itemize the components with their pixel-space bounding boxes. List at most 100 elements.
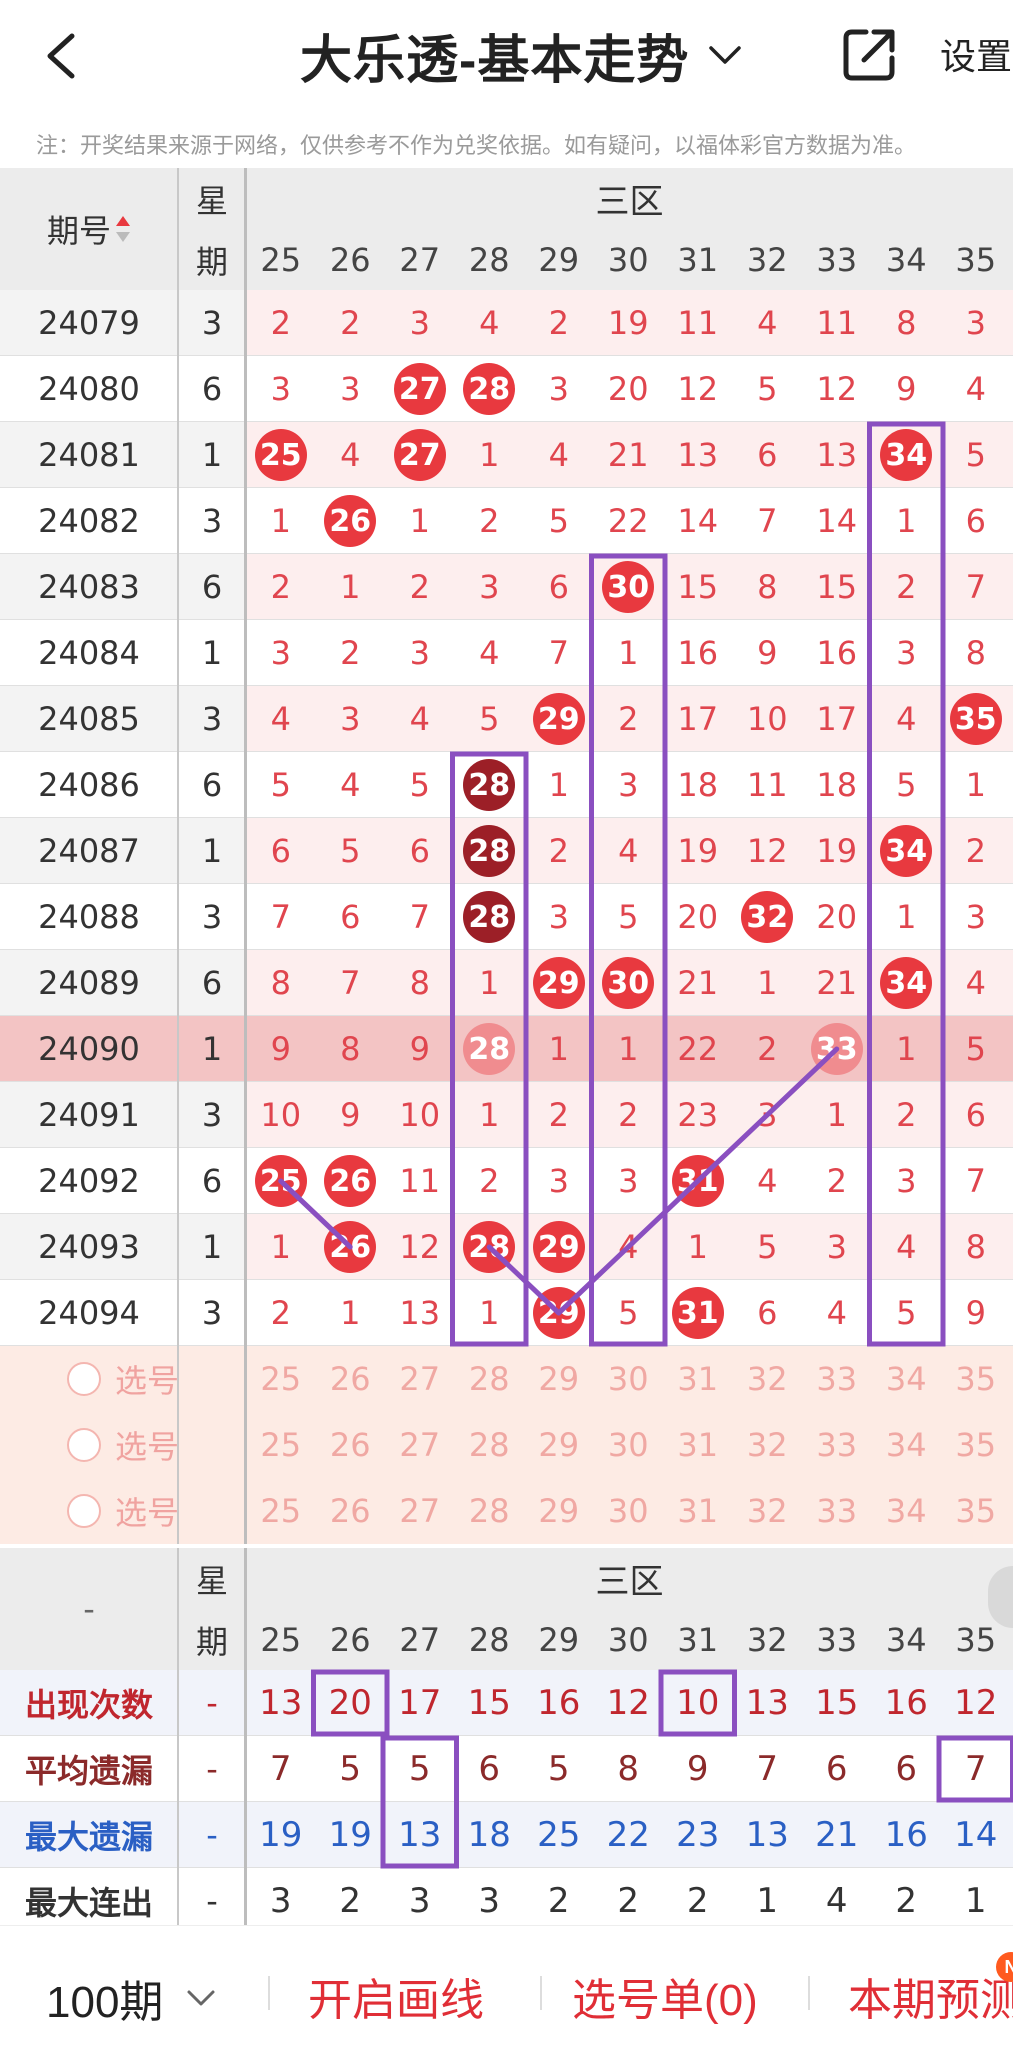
pick-number-25[interactable]: 25 bbox=[246, 1478, 316, 1544]
pick-number-26[interactable]: 26 bbox=[316, 1346, 386, 1412]
pick-number-35[interactable]: 35 bbox=[941, 1412, 1011, 1478]
issue-number: 24093 bbox=[38, 1228, 140, 1266]
share-button[interactable] bbox=[836, 22, 902, 88]
back-button[interactable] bbox=[38, 24, 88, 88]
trend-cell: 5 bbox=[618, 898, 639, 936]
trend-cell: 30 bbox=[594, 554, 664, 620]
stats-value: 12 bbox=[954, 1683, 998, 1723]
settings-button[interactable]: 设置 bbox=[940, 28, 1012, 80]
prediction-button[interactable]: 本期预测 bbox=[848, 1964, 1013, 2028]
pick-number-31[interactable]: 31 bbox=[663, 1412, 733, 1478]
pick-number-29[interactable]: 29 bbox=[524, 1412, 594, 1478]
pick-row-toggle[interactable]: 选号 bbox=[0, 1412, 246, 1478]
pick-number-30[interactable]: 30 bbox=[594, 1412, 664, 1478]
trend-cell: 11 bbox=[816, 304, 858, 342]
pick-number-32[interactable]: 32 bbox=[733, 1478, 803, 1544]
stats-row-label: 出现次数 bbox=[24, 1686, 153, 1724]
pick-number-32[interactable]: 32 bbox=[733, 1412, 803, 1478]
trend-cell: 17 bbox=[816, 700, 858, 738]
pick-list-button[interactable]: 选号单(0) bbox=[572, 1964, 758, 2028]
trend-cell: 3 bbox=[896, 1162, 917, 1200]
column-header-35: 35 bbox=[955, 240, 997, 279]
pick-number-28[interactable]: 28 bbox=[455, 1412, 525, 1478]
pick-number-34[interactable]: 34 bbox=[872, 1412, 942, 1478]
page-title: 大乐透-基本走势 bbox=[300, 31, 690, 90]
pick-number-35[interactable]: 35 bbox=[941, 1346, 1011, 1412]
pick-number-27[interactable]: 27 bbox=[385, 1346, 455, 1412]
trend-cell: 1 bbox=[896, 1030, 917, 1068]
trend-cell: 18 bbox=[816, 766, 858, 804]
weekday-value: 6 bbox=[201, 766, 223, 804]
trend-cell: 13 bbox=[677, 436, 719, 474]
trend-cell: 21 bbox=[816, 964, 858, 1002]
trend-cell: 4 bbox=[965, 370, 986, 408]
trend-cell: 2 bbox=[896, 568, 917, 606]
pick-number-33[interactable]: 33 bbox=[802, 1478, 872, 1544]
trend-cell: 35 bbox=[941, 686, 1011, 752]
pick-row-toggle[interactable]: 选号 bbox=[0, 1478, 246, 1544]
period-label: 100期 bbox=[46, 1978, 164, 2027]
trend-cell: 2 bbox=[757, 1030, 778, 1068]
pick-number-33[interactable]: 33 bbox=[802, 1412, 872, 1478]
pick-number-29[interactable]: 29 bbox=[524, 1346, 594, 1412]
stats-column-header-34: 34 bbox=[885, 1620, 927, 1659]
issue-number: 24094 bbox=[38, 1294, 140, 1332]
bottom-toolbar: 100期 开启画线 选号单(0) 本期预测 N bbox=[0, 1925, 1013, 2055]
pick-number-26[interactable]: 26 bbox=[316, 1412, 386, 1478]
pick-number-25[interactable]: 25 bbox=[246, 1346, 316, 1412]
page-title-selector[interactable]: 大乐透-基本走势 bbox=[300, 20, 747, 90]
column-separator bbox=[177, 1548, 179, 1928]
pick-number-33[interactable]: 33 bbox=[802, 1346, 872, 1412]
stats-value: 2 bbox=[547, 1881, 570, 1921]
stats-row-label: 最大遗漏 bbox=[24, 1818, 153, 1856]
issue-number: 24083 bbox=[38, 568, 140, 606]
column-header-30: 30 bbox=[607, 240, 649, 279]
pick-radio[interactable] bbox=[66, 1494, 101, 1528]
trend-cell: 1 bbox=[965, 766, 986, 804]
trend-cell: 2 bbox=[618, 1096, 639, 1134]
trend-cell: 1 bbox=[896, 898, 917, 936]
trend-cell: 6 bbox=[340, 898, 361, 936]
trend-cell: 5 bbox=[340, 832, 361, 870]
trend-cell: 4 bbox=[479, 634, 500, 672]
trend-cell: 27 bbox=[385, 422, 455, 488]
pick-number-27[interactable]: 27 bbox=[385, 1478, 455, 1544]
pick-number-26[interactable]: 26 bbox=[316, 1478, 386, 1544]
zone-header: 三区 bbox=[595, 182, 664, 222]
drawn-number-ball: 28 bbox=[463, 363, 516, 415]
pick-row-toggle[interactable]: 选号 bbox=[0, 1346, 246, 1412]
stats-value: 22 bbox=[606, 1815, 650, 1855]
pick-radio[interactable] bbox=[66, 1362, 101, 1396]
pick-row-label: 选号 bbox=[114, 1362, 179, 1400]
pick-number-34[interactable]: 34 bbox=[872, 1346, 942, 1412]
trend-cell: 29 bbox=[524, 1280, 594, 1346]
trend-cell: 3 bbox=[340, 700, 361, 738]
trend-cell: 3 bbox=[965, 304, 986, 342]
pick-number-31[interactable]: 31 bbox=[663, 1346, 733, 1412]
stats-value: 7 bbox=[964, 1749, 987, 1789]
issue-sort-header[interactable]: 期号 bbox=[0, 168, 178, 290]
pick-number-28[interactable]: 28 bbox=[455, 1346, 525, 1412]
pick-number-30[interactable]: 30 bbox=[594, 1346, 664, 1412]
period-selector[interactable]: 100期 bbox=[46, 1966, 221, 2030]
trend-cell: 1 bbox=[618, 634, 639, 672]
pick-number-29[interactable]: 29 bbox=[524, 1478, 594, 1544]
trend-cell: 8 bbox=[965, 1228, 986, 1266]
pick-number-25[interactable]: 25 bbox=[246, 1412, 316, 1478]
pick-radio[interactable] bbox=[66, 1428, 101, 1462]
pick-number-30[interactable]: 30 bbox=[594, 1478, 664, 1544]
trend-cell: 5 bbox=[479, 700, 500, 738]
trend-cell: 9 bbox=[896, 370, 917, 408]
trend-cell: 5 bbox=[965, 436, 986, 474]
draw-line-button[interactable]: 开启画线 bbox=[308, 1964, 484, 2028]
pick-number-35[interactable]: 35 bbox=[941, 1478, 1011, 1544]
trend-cell: 7 bbox=[340, 964, 361, 1002]
pick-number-31[interactable]: 31 bbox=[663, 1478, 733, 1544]
pick-number-32[interactable]: 32 bbox=[733, 1346, 803, 1412]
pick-number-28[interactable]: 28 bbox=[455, 1478, 525, 1544]
trend-cell: 1 bbox=[479, 964, 500, 1002]
pick-number-34[interactable]: 34 bbox=[872, 1478, 942, 1544]
trend-cell: 32 bbox=[733, 884, 803, 950]
pick-number-27[interactable]: 27 bbox=[385, 1412, 455, 1478]
drawn-number-ball: 26 bbox=[324, 495, 377, 547]
